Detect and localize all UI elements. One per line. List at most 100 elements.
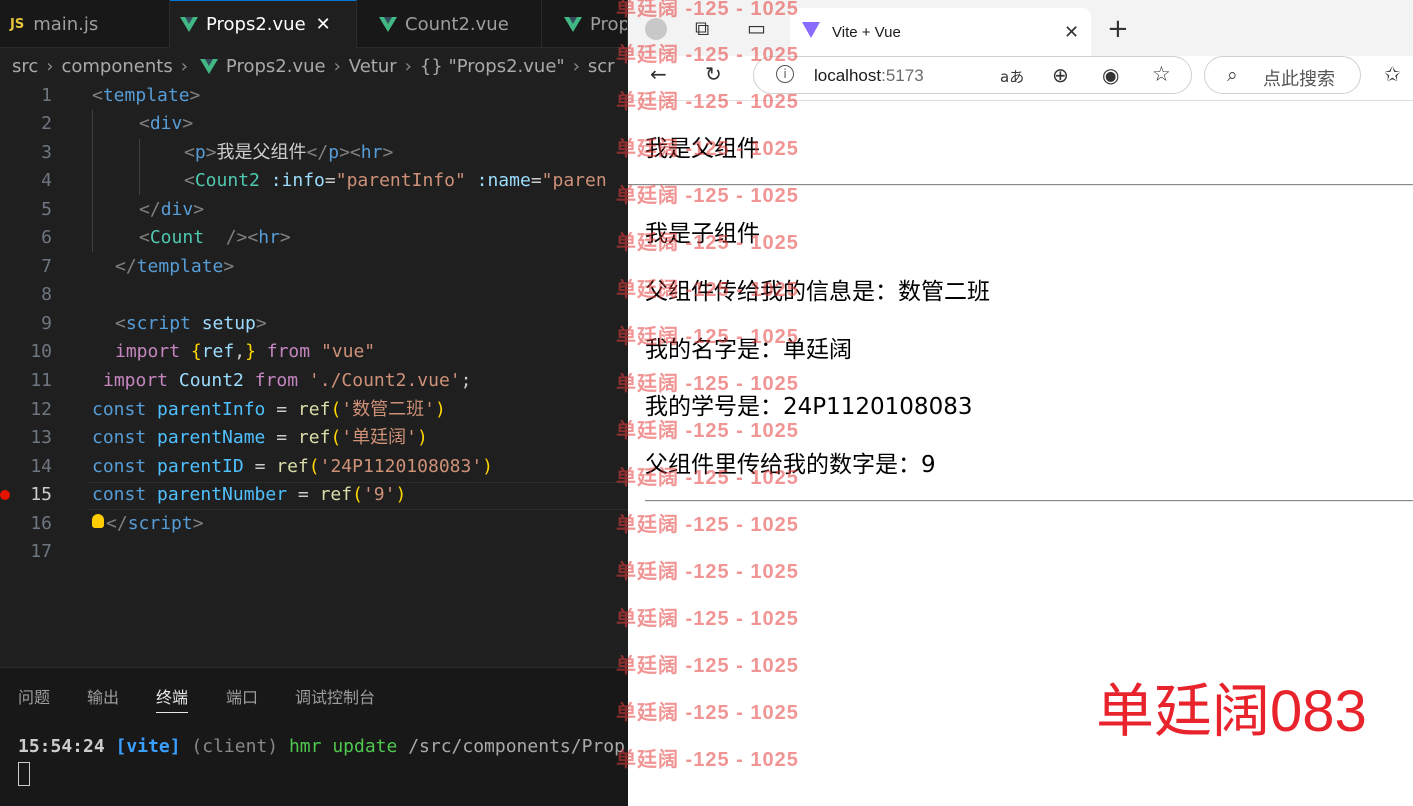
js-file-icon: JS — [10, 16, 25, 32]
search-box[interactable]: ⌕ 点此搜索 — [1204, 56, 1361, 94]
code-area[interactable]: 1 <template> 2 <div> 3 <p>我是父组件</p><hr> 4 <C… — [0, 82, 628, 667]
breadcrumb-item[interactable]: {} "Props2.vue" — [420, 56, 565, 77]
editor-tab-bar: JS main.js Props2.vue ✕ Count2.vue Prop — [0, 0, 628, 48]
code-line-6: 6 <Count /><hr> — [0, 224, 628, 252]
divider — [645, 500, 1413, 502]
breadcrumb-item[interactable]: scr — [588, 56, 615, 77]
watermark-text: 单廷阔 -125 - 1025 — [616, 702, 799, 724]
line-number: 13 — [30, 427, 52, 448]
code-line-13: 13 const parentName = ref('单廷阔') — [0, 424, 628, 452]
signature-watermark: 单廷阔083 — [1096, 679, 1367, 744]
favorite-star-icon[interactable]: ☆ — [1152, 62, 1171, 86]
terminal-cursor — [18, 762, 30, 786]
breadcrumb-item[interactable]: Vetur — [349, 56, 397, 77]
code-line-15: 15 const parentNumber = ref('9') — [0, 481, 628, 509]
watermark-text: 单廷阔 -125 - 1025 — [616, 514, 799, 536]
breadcrumb-item[interactable]: Props2.vue — [226, 56, 326, 77]
chevron-right-icon: › — [404, 55, 412, 77]
watermark-text: 单廷阔 -125 - 1025 — [616, 749, 799, 771]
watermark-text: 单廷阔 -125 - 1025 — [616, 232, 799, 254]
code-editor-window: JS main.js Props2.vue ✕ Count2.vue Prop … — [0, 0, 628, 806]
tab-ports[interactable]: 端口 — [226, 684, 258, 708]
code-line-17: 17 — [0, 538, 628, 566]
code-line-3: 3 <p>我是父组件</p><hr> — [0, 139, 628, 167]
vite-logo-icon — [802, 22, 820, 38]
watermark-text: 单廷阔 -125 - 1025 — [616, 326, 799, 348]
watermark-text: 单廷阔 -125 - 1025 — [616, 91, 799, 113]
code-line-8: 8 — [0, 281, 628, 309]
watermark-text: 单廷阔 -125 - 1025 — [616, 420, 799, 442]
code-line-5: 5 </div> — [0, 196, 628, 224]
breadcrumb: src › components › Props2.vue › Vetur › {} "… — [0, 49, 628, 83]
edge-icon[interactable]: ◉ — [1102, 63, 1119, 87]
chevron-right-icon: › — [180, 55, 188, 77]
line-number: 4 — [41, 170, 52, 191]
search-icon: ⌕ — [1227, 64, 1238, 86]
code-line-1: 1 <template> — [0, 82, 628, 110]
chevron-right-icon: › — [333, 55, 341, 77]
line-number: 15 — [30, 484, 52, 505]
browser-tab-vite-vue[interactable]: Vite + Vue ✕ — [790, 8, 1091, 56]
code-line-7: 7 </template> — [0, 253, 628, 281]
tab-problems[interactable]: 问题 — [18, 684, 50, 708]
line-number: 12 — [30, 399, 52, 420]
address-bar[interactable]: i localhost:5173 aあ ⊕ ◉ ☆ — [753, 56, 1192, 94]
vue-file-icon — [379, 16, 397, 32]
line-number: 9 — [41, 313, 52, 334]
breadcrumb-item[interactable]: components — [61, 56, 172, 77]
code-line-12: 12 const parentInfo = ref('数管二班') — [0, 396, 628, 424]
watermark-text: 单廷阔 -125 - 1025 — [616, 373, 799, 395]
tab-count2-vue[interactable]: Count2.vue — [357, 0, 542, 48]
line-number: 14 — [30, 456, 52, 477]
line-number: 7 — [41, 256, 52, 277]
watermark-text: 单廷阔 -125 - 1025 — [616, 138, 799, 160]
zoom-icon[interactable]: ⊕ — [1052, 63, 1069, 87]
chevron-right-icon: › — [46, 55, 54, 77]
vue-file-icon — [199, 58, 218, 74]
tab-label: main.js — [33, 13, 99, 35]
line-number: 2 — [41, 113, 52, 134]
terminal-output[interactable]: 15:54:24 [vite] (client) hmr update /src… — [18, 736, 625, 757]
watermark-text: 单廷阔 -125 - 1025 — [616, 655, 799, 677]
code-line-4: 4 <Count2 :info="parentInfo" :name="paren — [0, 167, 628, 195]
tab-props2-vue[interactable]: Props2.vue ✕ — [170, 0, 357, 48]
line-number: 5 — [41, 199, 52, 220]
watermark-text: 单廷阔 -125 - 1025 — [616, 0, 799, 20]
line-number: 11 — [30, 370, 52, 391]
watermark-text: 单廷阔 -125 - 1025 — [616, 279, 799, 301]
browser-tab-title: Vite + Vue — [832, 23, 901, 41]
bottom-panel: 问题 输出 终端 端口 调试控制台 15:54:24 [vite] (clien… — [0, 667, 628, 806]
tab-main-js[interactable]: JS main.js — [0, 0, 170, 48]
tab-terminal[interactable]: 终端 — [156, 684, 189, 713]
code-line-9: 9 <script setup> — [0, 310, 628, 338]
line-number: 8 — [41, 284, 52, 305]
profile-avatar[interactable] — [645, 18, 667, 40]
line-number: 17 — [30, 541, 52, 562]
tab-label: Props2.vue — [206, 14, 306, 35]
code-line-16: 16 </script> — [0, 510, 628, 538]
address-url[interactable]: localhost:5173 — [814, 66, 924, 86]
code-line-11: 11 import Count2 from './Count2.vue'; — [0, 367, 628, 395]
new-tab-icon[interactable]: + — [1107, 14, 1129, 44]
line-number: 16 — [30, 513, 52, 534]
watermark-text: 单廷阔 -125 - 1025 — [616, 44, 799, 66]
tab-debug-console[interactable]: 调试控制台 — [295, 684, 375, 708]
lightbulb-icon[interactable] — [92, 514, 104, 528]
tab-label: Count2.vue — [405, 13, 509, 35]
favorites-icon[interactable]: ✩ — [1384, 62, 1401, 86]
close-icon[interactable]: ✕ — [316, 14, 331, 35]
site-info-icon[interactable]: i — [776, 65, 794, 83]
watermark-text: 单廷阔 -125 - 1025 — [616, 608, 799, 630]
code-line-14: 14 const parentID = ref('24P1120108083') — [0, 453, 628, 481]
breadcrumb-item[interactable]: src — [12, 56, 38, 77]
vue-file-icon — [564, 16, 582, 32]
line-number: 1 — [41, 85, 52, 106]
code-line-10: 10 import {ref,} from "vue" — [0, 338, 628, 366]
line-number: 3 — [41, 142, 52, 163]
tab-output[interactable]: 输出 — [87, 684, 119, 708]
watermark-text: 单廷阔 -125 - 1025 — [616, 467, 799, 489]
watermark-text: 单廷阔 -125 - 1025 — [616, 185, 799, 207]
close-icon[interactable]: ✕ — [1064, 22, 1079, 43]
read-aloud-icon[interactable]: aあ — [1000, 66, 1024, 87]
line-number: 6 — [41, 227, 52, 248]
